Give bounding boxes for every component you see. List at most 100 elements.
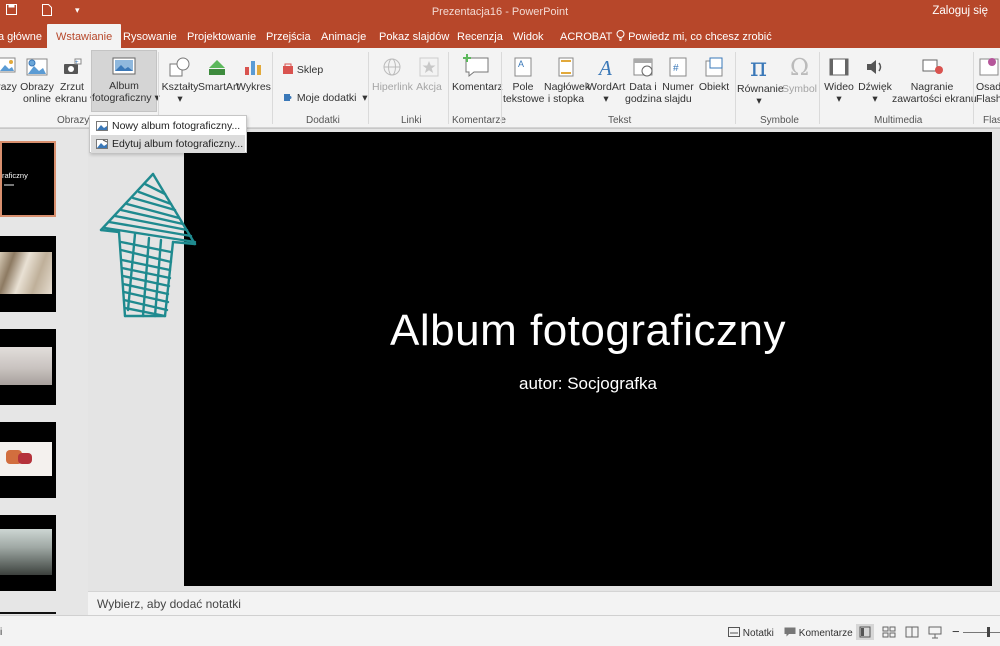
date-time-button[interactable]: Data i godzina bbox=[625, 56, 662, 105]
group-label-flash: Flash bbox=[983, 115, 1000, 126]
tab-design[interactable]: Projektowanie bbox=[187, 24, 256, 48]
ribbon-separator bbox=[158, 52, 159, 124]
group-label-comments: Komentarze bbox=[452, 115, 506, 126]
video-button[interactable]: Wideo ▾ bbox=[822, 56, 856, 105]
tab-transitions[interactable]: Przejścia bbox=[266, 24, 311, 48]
status-bar: i Notatki Komentarze − bbox=[0, 615, 1000, 646]
svg-text:#: # bbox=[673, 63, 679, 74]
ribbon-tabs: a główne Wstawianie Rysowanie Projektowa… bbox=[0, 24, 1000, 48]
thumbnail-photo bbox=[0, 347, 52, 385]
ribbon-separator bbox=[272, 52, 273, 124]
zoom-out-button[interactable]: − bbox=[952, 624, 960, 639]
action-star-icon bbox=[419, 57, 439, 77]
slide-thumbnails-pane: raficzny bbox=[0, 129, 88, 615]
screen-recording-button[interactable]: Nagranie zawartości ekranu bbox=[892, 56, 977, 105]
tab-acrobat[interactable]: ACROBAT bbox=[560, 24, 612, 48]
pi-icon: π bbox=[750, 54, 767, 80]
smartart-icon bbox=[209, 60, 225, 75]
hyperlink-button[interactable]: Hiperlink bbox=[372, 56, 413, 93]
object-button[interactable]: Obiekt bbox=[696, 56, 732, 93]
slide-title[interactable]: Album fotograficzny bbox=[184, 306, 992, 356]
text-box-button[interactable]: A Pole tekstowe bbox=[503, 56, 544, 105]
embed-flash-button[interactable]: Osad Flash bbox=[976, 56, 1000, 105]
thumbnail-photo bbox=[0, 442, 52, 476]
group-label-addins: Dodatki bbox=[306, 115, 340, 126]
shapes-icon bbox=[169, 57, 190, 77]
tab-draw[interactable]: Rysowanie bbox=[123, 24, 177, 48]
equation-button[interactable]: π Równanie ▾ bbox=[737, 54, 784, 107]
tab-home[interactable]: a główne bbox=[0, 24, 42, 48]
slide-subtitle[interactable]: autor: Socjografka bbox=[184, 374, 992, 394]
object-icon bbox=[705, 57, 723, 77]
comment-icon bbox=[463, 54, 489, 78]
smartart-button[interactable]: SmartArt bbox=[198, 56, 239, 93]
svg-text:Ω: Ω bbox=[790, 55, 809, 80]
wordart-button[interactable]: A WordArt ▾ bbox=[587, 56, 625, 105]
zoom-slider[interactable] bbox=[963, 627, 1000, 637]
notes-placeholder: Wybierz, aby dodać notatki bbox=[97, 597, 241, 611]
shapes-button[interactable]: Kształty ▾ bbox=[161, 56, 199, 105]
notes-toggle-button[interactable]: Notatki bbox=[728, 627, 774, 639]
symbol-button[interactable]: Ω Symbol bbox=[782, 54, 817, 95]
sign-in-link[interactable]: Zaloguj się bbox=[932, 5, 988, 17]
header-footer-icon bbox=[558, 57, 574, 77]
my-addins-button[interactable]: Moje dodatki ▾ bbox=[282, 91, 368, 104]
slide-thumbnail-6-edge bbox=[0, 612, 56, 614]
slide-thumbnail-4[interactable] bbox=[0, 422, 56, 498]
tab-slideshow[interactable]: Pokaz slajdów bbox=[379, 24, 449, 48]
chart-button[interactable]: Wykres bbox=[236, 56, 271, 93]
window-title: Prezentacja16 - PowerPoint bbox=[431, 6, 569, 18]
wordart-icon: A bbox=[597, 56, 612, 78]
comment-button[interactable]: Komentarz bbox=[452, 52, 503, 93]
addins-icon bbox=[284, 94, 292, 101]
online-pictures-icon bbox=[26, 58, 48, 76]
group-label-text: Tekst bbox=[608, 115, 632, 126]
edit-photo-album-item[interactable]: Edytuj album fotograficzny... bbox=[91, 135, 245, 153]
group-label-links: Linki bbox=[401, 115, 422, 126]
tab-view[interactable]: Widok bbox=[513, 24, 544, 48]
new-photo-album-item[interactable]: Nowy album fotograficzny... bbox=[91, 117, 245, 135]
slide-number-icon: # bbox=[669, 57, 687, 77]
photo-album-dropdown: Nowy album fotograficzny... Edytuj album… bbox=[89, 115, 247, 153]
store-button[interactable]: Sklep bbox=[282, 63, 323, 76]
tab-animations[interactable]: Animacje bbox=[321, 24, 366, 48]
store-icon bbox=[283, 63, 293, 74]
photo-album-button[interactable]: Album fotograficzny ▾ bbox=[91, 50, 160, 112]
audio-button[interactable]: Dźwięk ▾ bbox=[857, 56, 893, 105]
ribbon-separator bbox=[501, 52, 502, 124]
slide-sorter-button[interactable] bbox=[880, 624, 898, 640]
ribbon-separator bbox=[735, 52, 736, 124]
pictures-button[interactable]: razy bbox=[0, 56, 18, 93]
notes-pane[interactable]: Wybierz, aby dodać notatki bbox=[88, 591, 1000, 615]
thumbnail-title-text: raficzny bbox=[2, 171, 28, 180]
slide-thumbnail-3[interactable] bbox=[0, 329, 56, 405]
camera-icon: + bbox=[64, 58, 82, 74]
group-label-symbols: Symbole bbox=[760, 115, 799, 126]
tell-me-text: Powiedz mi, co chcesz zrobić bbox=[628, 31, 772, 43]
lightbulb-icon bbox=[616, 30, 625, 41]
header-footer-button[interactable]: Nagłówek i stopka bbox=[544, 56, 590, 105]
ribbon-separator bbox=[448, 52, 449, 124]
slide-number-button[interactable]: # Numer slajdu bbox=[661, 56, 695, 105]
tab-review[interactable]: Recenzja bbox=[457, 24, 503, 48]
zoom-slider-thumb[interactable] bbox=[987, 627, 990, 637]
online-pictures-button[interactable]: Obrazy online bbox=[20, 56, 54, 105]
tell-me-box[interactable]: Powiedz mi, co chcesz zrobić bbox=[616, 24, 772, 48]
current-slide[interactable]: Album fotograficzny autor: Socjografka bbox=[184, 132, 992, 586]
group-label-multimedia: Multimedia bbox=[874, 115, 923, 126]
slideshow-button[interactable] bbox=[926, 624, 944, 640]
reading-view-button[interactable] bbox=[903, 624, 921, 640]
slide-thumbnail-1[interactable]: raficzny bbox=[0, 141, 56, 217]
normal-view-button[interactable] bbox=[856, 624, 874, 640]
comments-toggle-button[interactable]: Komentarze bbox=[784, 627, 853, 639]
svg-text:π: π bbox=[750, 54, 767, 80]
chart-icon bbox=[245, 61, 261, 75]
slide-thumbnail-2[interactable] bbox=[0, 236, 56, 312]
pictures-icon bbox=[0, 57, 16, 73]
tab-insert[interactable]: Wstawianie bbox=[47, 24, 122, 48]
reading-view-icon bbox=[905, 626, 919, 638]
slideshow-icon bbox=[928, 626, 942, 639]
screenshot-button[interactable]: + Zrzut ekranu ▾ bbox=[55, 56, 95, 105]
action-button[interactable]: Akcja bbox=[414, 56, 444, 93]
slide-thumbnail-5[interactable] bbox=[0, 515, 56, 591]
